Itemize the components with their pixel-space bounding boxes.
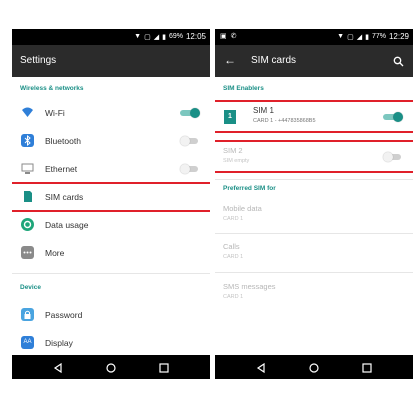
highlight-sim-2	[215, 140, 413, 173]
battery-percent: 77%	[371, 33, 386, 40]
section-header-preferred-sim: Preferred SIM for	[223, 185, 276, 192]
no-sim-icon: ▢	[347, 33, 354, 41]
app-bar: ← SIM cards	[215, 45, 413, 77]
settings-item-label: Wi-Fi	[45, 108, 65, 118]
ethernet-toggle[interactable]	[180, 164, 200, 174]
sim-cards-screen: ▣ ✆ ▼ ▢ ◢ ▮ 77% 12:29 ← SIM cards SIM En…	[215, 29, 413, 379]
settings-item-password[interactable]: Password	[12, 301, 210, 329]
back-icon[interactable]	[52, 361, 64, 374]
battery-icon: ▮	[365, 33, 369, 41]
settings-item-ethernet[interactable]: Ethernet	[12, 155, 210, 183]
settings-item-label: Ethernet	[45, 164, 78, 174]
recents-icon[interactable]	[158, 361, 170, 373]
highlight-sim-1	[215, 100, 413, 133]
preferred-item-title: SMS messages	[223, 282, 276, 291]
home-icon[interactable]	[105, 361, 117, 373]
page-title: SIM cards	[251, 55, 297, 66]
navigation-bar	[215, 355, 413, 379]
section-header-sim-enablers: SIM Enablers	[223, 85, 264, 92]
settings-item-bluetooth[interactable]: Bluetooth	[12, 127, 210, 155]
settings-item-label: Display	[45, 338, 73, 348]
battery-icon: ▮	[162, 33, 166, 41]
wifi-signal-icon: ▼	[337, 33, 345, 40]
status-time: 12:05	[185, 32, 206, 41]
preferred-mobile-data[interactable]: Mobile data CARD 1	[215, 201, 413, 231]
status-time: 12:29	[388, 32, 409, 41]
back-arrow-icon[interactable]: ←	[224, 53, 236, 67]
password-lock-icon	[21, 308, 34, 321]
preferred-item-subtitle: CARD 1	[223, 294, 244, 300]
settings-screen: ▼ ▢ ◢ ▮ 69% 12:05 Settings Wireless & ne…	[12, 29, 210, 379]
display-icon: AA	[21, 336, 34, 349]
highlight-sim-cards	[12, 182, 210, 212]
section-divider	[215, 179, 413, 180]
preferred-item-subtitle: CARD 1	[223, 254, 244, 260]
navigation-bar	[12, 355, 210, 379]
wifi-signal-icon: ▼	[134, 33, 142, 40]
settings-item-label: Password	[45, 310, 83, 320]
item-divider	[215, 233, 413, 234]
no-sim-icon: ▢	[144, 33, 151, 41]
recents-icon[interactable]	[361, 361, 373, 373]
preferred-sms-messages[interactable]: SMS messages CARD 1	[215, 279, 413, 309]
settings-item-label: More	[45, 248, 65, 258]
section-divider	[12, 273, 210, 274]
settings-item-label: Data usage	[45, 220, 89, 230]
page-title: Settings	[20, 55, 57, 66]
app-notification-icon: ✆	[230, 33, 237, 40]
home-icon[interactable]	[308, 361, 320, 373]
settings-item-display[interactable]: AA Display	[12, 329, 210, 357]
status-bar: ▣ ✆ ▼ ▢ ◢ ▮ 77% 12:29	[215, 29, 413, 45]
app-bar: Settings	[12, 45, 210, 77]
image-notification-icon: ▣	[220, 33, 227, 40]
settings-item-wifi[interactable]: Wi-Fi	[12, 99, 210, 127]
section-header-device: Device	[20, 284, 41, 291]
more-dots-icon	[21, 246, 34, 259]
item-divider	[215, 272, 413, 273]
settings-item-more[interactable]: More	[12, 239, 210, 267]
battery-percent: 69%	[168, 33, 183, 40]
preferred-item-subtitle: CARD 1	[223, 216, 244, 222]
preferred-calls[interactable]: Calls CARD 1	[215, 239, 413, 269]
preferred-item-title: Calls	[223, 242, 240, 251]
bluetooth-toggle[interactable]	[180, 136, 200, 146]
bluetooth-icon	[21, 134, 34, 147]
preferred-item-title: Mobile data	[223, 204, 262, 213]
wifi-toggle[interactable]	[180, 108, 200, 118]
data-usage-icon	[21, 218, 34, 231]
settings-item-label: Bluetooth	[45, 136, 81, 146]
wifi-icon	[21, 106, 34, 119]
section-header-wireless: Wireless & networks	[20, 85, 84, 92]
signal-icon: ◢	[153, 33, 160, 41]
settings-item-data-usage[interactable]: Data usage	[12, 211, 210, 239]
back-icon[interactable]	[255, 361, 267, 374]
search-icon[interactable]	[393, 54, 404, 72]
status-bar: ▼ ▢ ◢ ▮ 69% 12:05	[12, 29, 210, 45]
ethernet-icon	[21, 162, 34, 175]
signal-icon: ◢	[356, 33, 363, 41]
